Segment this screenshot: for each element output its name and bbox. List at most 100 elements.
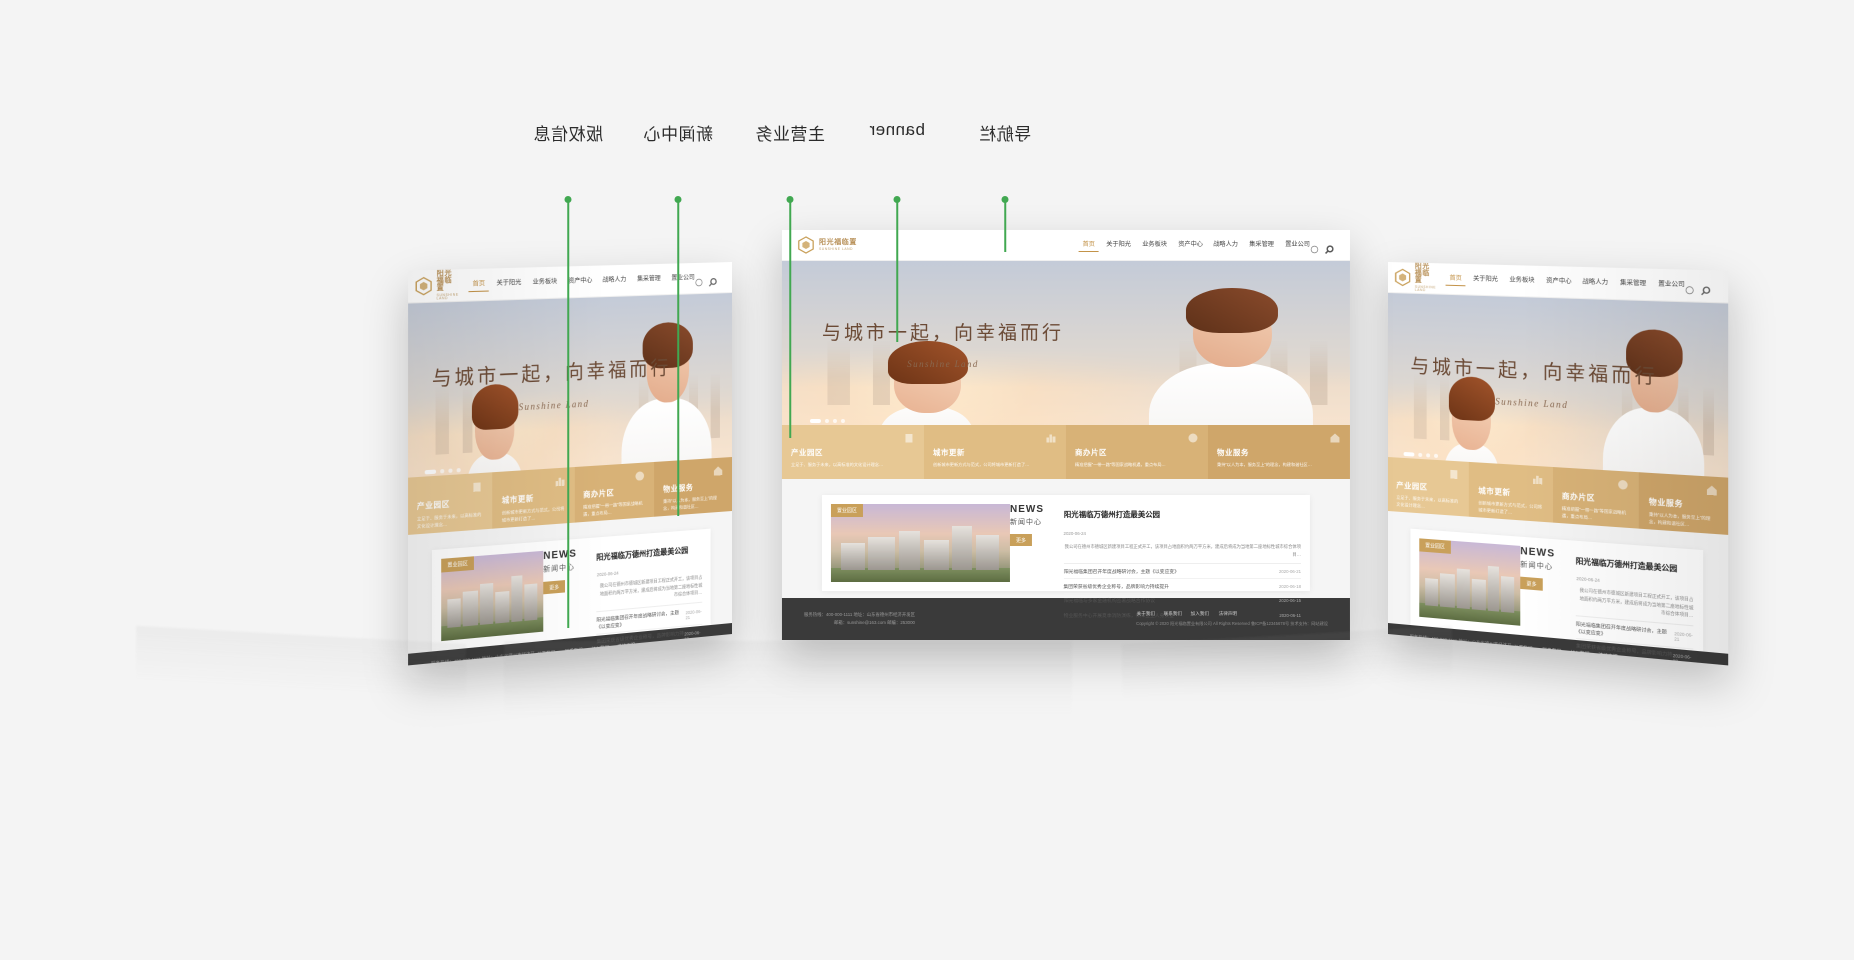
nav-item-renli[interactable]: 战略人力 [1214,239,1239,251]
footer-link-contact[interactable]: 联系我们 [564,648,582,656]
nav-item-renli[interactable]: 战略人力 [603,274,627,287]
site-logo[interactable]: 阳光福临置 SUNSHINE LAND [798,236,857,254]
carousel-dot[interactable] [825,419,830,423]
footer-contact: 服务热线：400-000-1111 地址：山东省德州市经济开发区 邮箱：suns… [431,650,537,666]
nav-item-home[interactable]: 首页 [473,278,486,291]
service-card-shangban[interactable]: 商办片区 精准把握“一带一路”等国家战略机遇，重点布局… [1553,467,1640,529]
footer-link-legal[interactable]: 法律声明 [1599,652,1618,660]
news-row[interactable]: 2020-06-21 阳光福临集团召开年度战略研讨会，主题《以变应变》 [1063,564,1302,580]
footer-contact: 服务热线：400-000-1111 地址：山东省德州市经济开发区 邮箱：suns… [1409,633,1514,665]
carousel-dot[interactable] [457,467,462,473]
site-logo[interactable]: 阳光福临置 SUNSHINE LAND [1394,263,1436,294]
footer-link-about[interactable]: 关于我们 [1136,611,1154,617]
news-row-title: 阳光福临与多家金融机构签署战略合作协议 [596,654,680,666]
service-card-chanyeyuan[interactable]: 产业园区 立足于、服务于未来，以高标准的文化设计理念… [782,425,924,479]
nav-item-about[interactable]: 关于阳光 [1107,239,1132,251]
carousel-dots[interactable] [1404,451,1439,459]
language-icon[interactable] [1685,281,1695,291]
nav-item-yewu[interactable]: 业务板块 [1509,274,1534,287]
service-card-wuye[interactable]: 物业服务 秉持“以人为本，服务至上”的理念，构建和谐社区… [654,457,732,517]
nav-item-jicai[interactable]: 集采管理 [1620,277,1646,290]
logo-name-cn: 阳光福临置 [1414,263,1430,285]
carousel-dot[interactable] [1426,453,1431,458]
carousel-dot[interactable] [833,419,838,423]
nav-item-zhiye[interactable]: 置业公司 [1658,278,1685,291]
carousel-dot-active[interactable] [810,419,822,423]
logo-text: 阳光福临置 SUNSHINE LAND [819,239,857,251]
news-photo[interactable]: 置业园区 [830,504,1010,582]
carousel-dot[interactable] [440,468,445,474]
carousel-dot[interactable] [841,419,846,423]
news-title-cn: 新闻中心 [1520,561,1554,572]
carousel-dot-active[interactable] [1404,451,1415,457]
search-icon[interactable] [1701,281,1711,291]
carousel-dot[interactable] [1418,452,1423,458]
footer-link-join[interactable]: 加入我们 [1191,611,1209,617]
nav-tools [695,273,717,283]
nav-item-zichan[interactable]: 资产中心 [1178,239,1203,251]
service-card-chengshi[interactable]: 城市更新 创新城市更新方式与范式，公司将城市更新打造了… [924,425,1066,479]
news-more-button[interactable]: 更多 [1009,534,1032,546]
nav-item-jicai[interactable]: 集采管理 [1250,239,1275,251]
nav-item-yewu[interactable]: 业务板块 [533,276,558,289]
language-icon[interactable] [1310,241,1319,253]
nav-item-home[interactable]: 首页 [1450,273,1462,285]
service-card-chengshi[interactable]: 城市更新 创新城市更新方式与范式，公司将城市更新打造了… [1469,461,1554,523]
nav-item-zichan[interactable]: 资产中心 [1546,275,1572,288]
mockup-screen-center: 置业公司 集采管理 战略人力 资产中心 业务板块 关于阳光 首页 阳光福临置 S… [782,230,1350,640]
footer-link-legal[interactable]: 法律声明 [618,642,636,650]
carousel-dot[interactable] [1434,453,1439,459]
nav-tools [1685,281,1711,291]
search-icon[interactable] [709,273,717,282]
service-card-wuye[interactable]: 物业服务 秉持“以人为本，服务至上”的理念，构建和谐社区… [1639,472,1729,535]
service-card-chanyeyuan[interactable]: 产业园区 立足于、服务于未来，以高标准的文化设计理念… [408,472,493,535]
carousel-dot[interactable] [448,468,454,473]
nav-item-about[interactable]: 关于阳光 [497,277,522,290]
service-card-shangban[interactable]: 商办片区 精准把握“一带一路”等国家战略机遇，重点布局… [1066,425,1208,479]
news-section: 阳光福临万德州打造最美公园 2020-06-24 我公司在德州市德城区新建项目工… [782,479,1350,624]
news-row[interactable]: 2020-06-15 阳光福临与多家金融机构签署战略合作协议 [1575,661,1694,666]
news-heading: NEWS 新闻中心 更多 [1520,546,1576,631]
carousel-dots[interactable] [810,419,846,423]
nav-item-yewu[interactable]: 业务板块 [1142,239,1167,251]
news-row[interactable]: 2020-06-18 集团荣获省级优秀企业称号，品牌影响力持续提升 [1063,579,1302,595]
news-feature[interactable]: 阳光福临万德州打造最美公园 2020-06-24 我公司在德州市德城区新建项目工… [1063,504,1302,565]
news-feature-desc: 我公司在德州市德城区新建项目工程正式开工，该项目占地面积约两万平方米，建成后将成… [1579,587,1694,619]
service-card-wuye[interactable]: 物业服务 秉持“以人为本，服务至上”的理念，构建和谐社区… [1208,425,1350,479]
site-logo[interactable]: 阳光福临置 SUNSHINE LAND [415,270,459,302]
navigation-bar: 置业公司 集采管理 战略人力 资产中心 业务板块 关于阳光 首页 阳光福临置 S… [782,230,1350,261]
news-photo[interactable]: 置业园区 [1419,538,1521,626]
news-row-date: 2020-06-21 [1279,568,1302,574]
city-icon [933,432,1057,444]
nav-item-jicai[interactable]: 集采管理 [637,273,661,286]
footer-link-legal[interactable]: 法律声明 [1218,611,1236,617]
nav-item-zichan[interactable]: 资产中心 [568,275,592,288]
news-row[interactable]: 2020-06-15 阳光福临与多家金融机构签署战略合作协议 [596,646,703,666]
service-card-shangban[interactable]: 商办片区 精准把握“一带一路”等国家战略机遇，重点布局… [574,461,655,523]
nav-item-home[interactable]: 首页 [1083,239,1095,251]
news-feature[interactable]: 阳光福临万德州打造最美公园 2020-06-24 我公司在德州市德城区新建项目工… [1575,550,1694,627]
footer-contact: 服务热线：400-000-1111 地址：山东省德州市经济开发区 邮箱：suns… [804,611,915,628]
service-card-chanyeyuan[interactable]: 产业园区 立足于、服务于未来，以高标准的文化设计理念… [1388,457,1470,517]
language-icon[interactable] [695,273,703,282]
footer-link-join[interactable]: 加入我们 [1570,650,1589,658]
footer-link-about[interactable]: 关于我们 [537,650,555,658]
nav-menu: 置业公司 集采管理 战略人力 资产中心 业务板块 关于阳光 首页 [473,272,695,291]
service-desc: 创新城市更新方式与范式，公司将城市更新打造了… [501,505,565,523]
footer-link-contact[interactable]: 联系我们 [1164,611,1182,617]
nav-item-zhiye[interactable]: 置业公司 [1285,239,1310,251]
nav-item-about[interactable]: 关于阳光 [1473,273,1498,286]
news-more-button[interactable]: 更多 [1520,576,1543,591]
footer-link-about[interactable]: 关于我们 [1514,645,1533,653]
footer-link-contact[interactable]: 联系我们 [1542,647,1561,655]
news-photo[interactable]: 置业园区 [441,550,544,642]
service-card-chengshi[interactable]: 城市更新 创新城市更新方式与范式，公司将城市更新打造了… [492,467,575,529]
carousel-dot-active[interactable] [425,469,437,475]
carousel-dots[interactable] [425,467,462,475]
news-more-button[interactable]: 更多 [543,580,566,595]
nav-item-zhiye[interactable]: 置业公司 [671,272,694,285]
news-feature[interactable]: 阳光福临万德州打造最美公园 2020-06-24 我公司在德州市德城区新建项目工… [596,538,703,613]
search-icon[interactable] [1325,241,1334,254]
footer-link-join[interactable]: 加入我们 [591,645,609,653]
nav-item-renli[interactable]: 战略人力 [1583,276,1609,289]
